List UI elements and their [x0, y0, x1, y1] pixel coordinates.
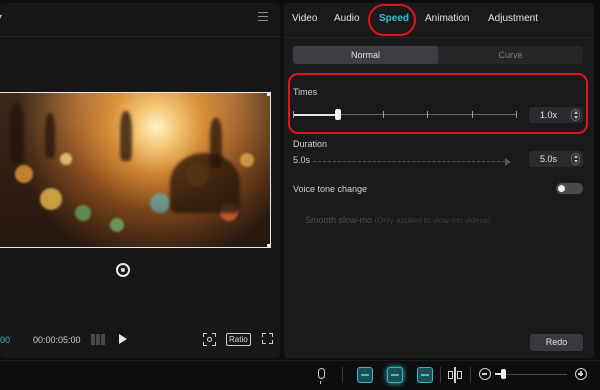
video-frame[interactable]: [0, 92, 271, 248]
times-value: 1.0x: [540, 110, 558, 120]
bokeh-light: [75, 205, 91, 221]
mic-icon[interactable]: [318, 368, 325, 384]
divider: [470, 367, 471, 383]
silhouette-hand: [45, 113, 55, 158]
highlight-ring: [288, 73, 588, 134]
speed-mode-toggle: Normal Curve: [293, 46, 583, 64]
ratio-button[interactable]: Ratio: [226, 333, 251, 346]
silhouette-hand: [10, 103, 24, 163]
zoom-knob[interactable]: [501, 369, 506, 379]
voice-tone-toggle[interactable]: [556, 183, 583, 194]
duration-stepper[interactable]: 5.0s: [529, 151, 583, 167]
tab-adjustment[interactable]: Adjustment: [488, 13, 538, 24]
fullscreen-icon[interactable]: [262, 333, 273, 344]
voice-tone-label: Voice tone change: [293, 184, 368, 194]
timecode-total: 00:00:05:00: [33, 335, 81, 345]
stepper-arrows-icon[interactable]: [571, 153, 580, 165]
smooth-slowmo-label: Smooth slow-mo: [305, 215, 373, 225]
times-slider[interactable]: [293, 109, 517, 121]
duration-start: 5.0s: [293, 155, 311, 165]
mode-normal[interactable]: Normal: [293, 46, 438, 64]
tab-audio[interactable]: Audio: [334, 13, 360, 24]
stepper-arrows-icon[interactable]: [571, 109, 580, 121]
duration-label: Duration: [293, 139, 328, 149]
properties-panel: Video Audio Speed Animation Adjustment N…: [284, 3, 594, 358]
mode-curve[interactable]: Curve: [438, 46, 583, 64]
bokeh-light: [40, 188, 62, 210]
divider: [284, 37, 594, 38]
arrow-right-icon: [505, 158, 511, 166]
tab-bar: Video Audio Speed Animation Adjustment: [284, 3, 594, 36]
bokeh-light: [60, 153, 72, 165]
timecode-current: 00: [0, 335, 11, 345]
chevron-down-icon[interactable]: ▾: [0, 12, 2, 23]
bokeh-light: [150, 193, 170, 213]
times-label: Times: [293, 87, 318, 97]
grid-icon[interactable]: [91, 334, 105, 345]
divider: [342, 367, 343, 383]
play-icon[interactable]: [119, 334, 127, 344]
duration-track: [313, 161, 505, 162]
bokeh-light: [240, 153, 254, 167]
bokeh-light: [15, 165, 33, 183]
timeline-toolbar: [0, 360, 600, 390]
tab-video[interactable]: Video: [292, 13, 317, 24]
resize-handle[interactable]: [267, 93, 270, 96]
times-stepper[interactable]: 1.0x: [529, 107, 583, 123]
divider: [0, 36, 280, 37]
redo-button[interactable]: Redo: [530, 334, 583, 351]
silhouette-hand: [120, 111, 132, 161]
resize-handle[interactable]: [267, 244, 270, 247]
tab-animation[interactable]: Animation: [425, 13, 469, 24]
preview-panel: ▾ 00 00:00:05:00 Ratio: [0, 3, 280, 358]
zoom-in-icon[interactable]: [575, 368, 587, 380]
bokeh-light: [110, 218, 124, 232]
zoom-out-icon[interactable]: [479, 368, 491, 380]
snap-icon[interactable]: [387, 367, 403, 383]
preview-axis-icon[interactable]: [417, 367, 433, 383]
silhouette-figure: [170, 153, 240, 213]
preview-header: ▾: [0, 3, 280, 35]
focus-icon[interactable]: [203, 333, 216, 346]
divider: [440, 367, 441, 383]
playback-controls: 00 00:00:05:00 Ratio: [0, 328, 280, 352]
slider-knob[interactable]: [335, 109, 341, 120]
rotate-icon[interactable]: [116, 263, 130, 277]
split-icon[interactable]: [448, 367, 462, 383]
smooth-slowmo-hint: (Only applied to slow-mo videos): [374, 216, 491, 225]
smooth-slowmo-option: Smooth slow-mo (Only applied to slow-mo …: [305, 215, 491, 225]
duration-value: 5.0s: [540, 154, 558, 164]
link-clip-icon[interactable]: [357, 367, 373, 383]
tab-speed[interactable]: Speed: [379, 13, 409, 24]
menu-icon[interactable]: [258, 12, 268, 21]
